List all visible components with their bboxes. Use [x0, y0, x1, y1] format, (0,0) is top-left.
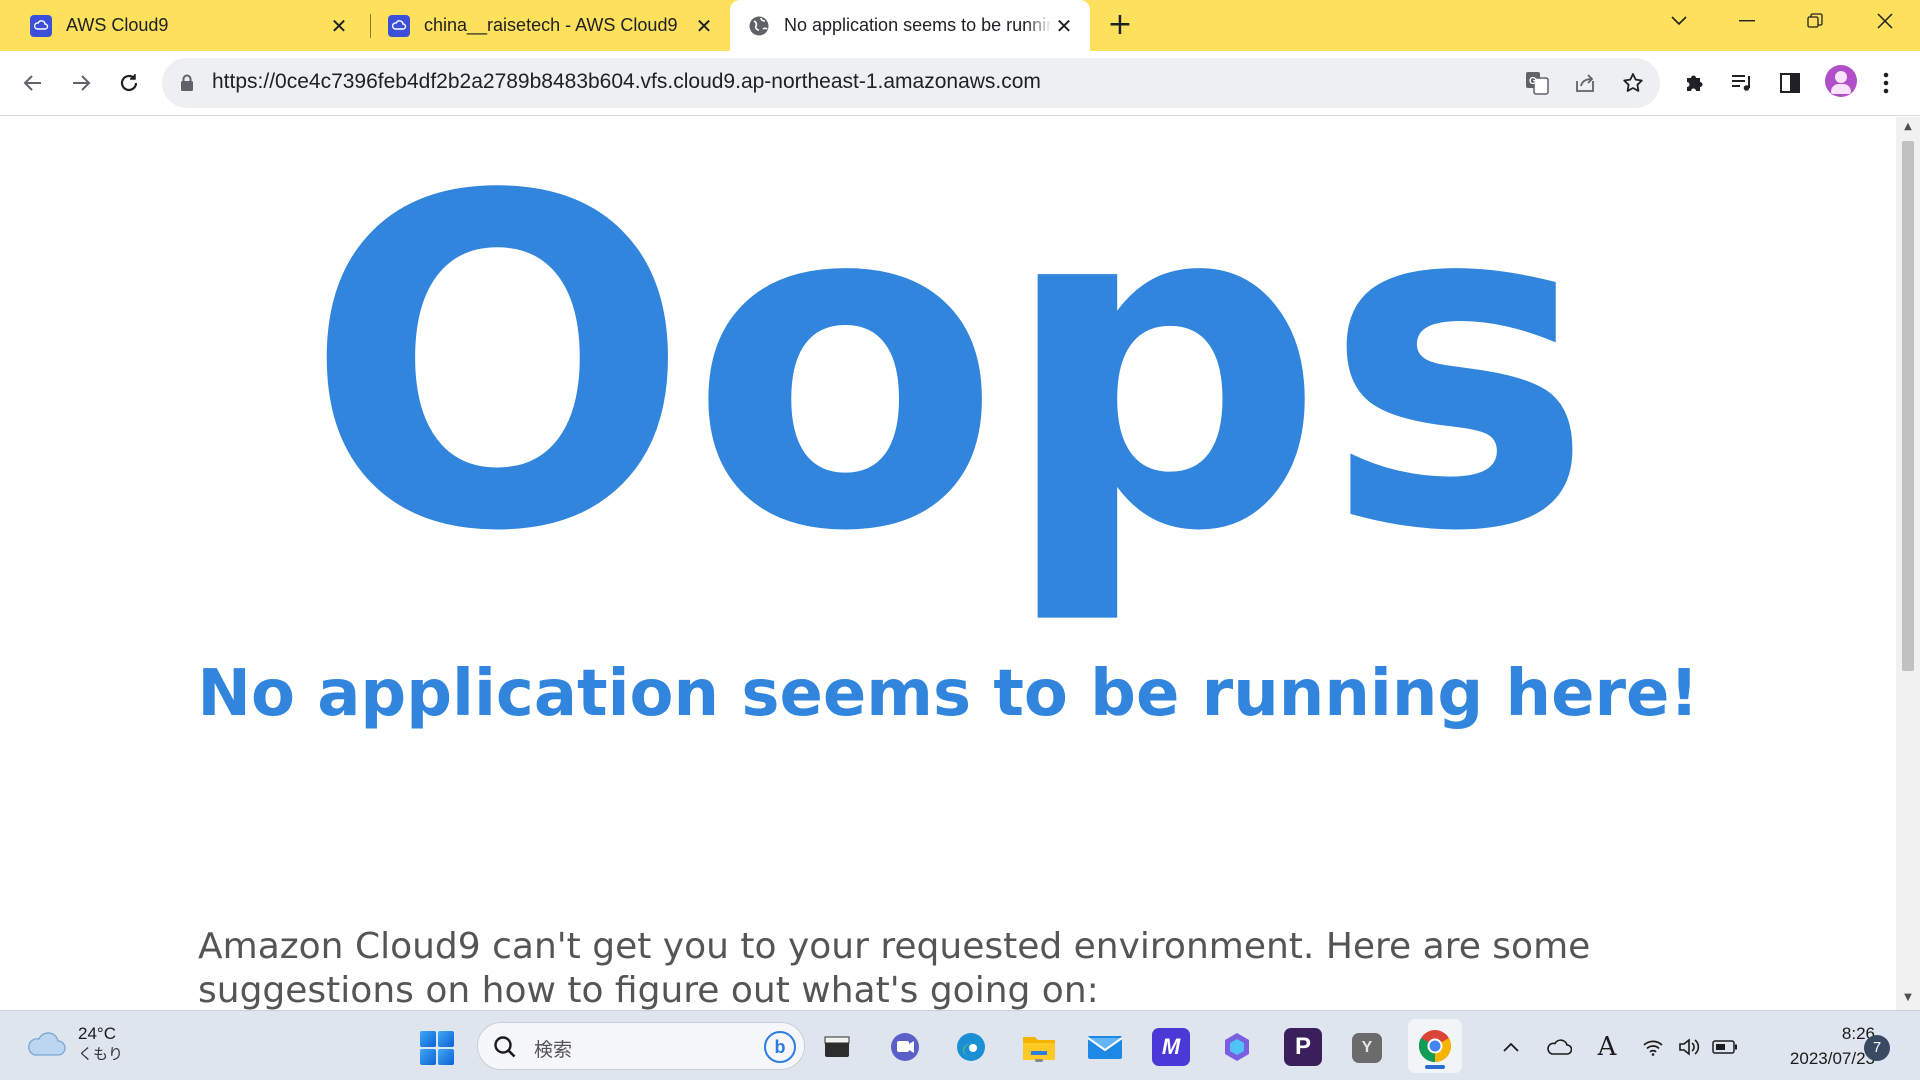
start-button[interactable]: [420, 1031, 454, 1065]
tab-no-application[interactable]: No application seems to be running here!…: [730, 0, 1090, 51]
reload-icon[interactable]: [112, 66, 146, 100]
forward-arrow-icon[interactable]: [64, 66, 98, 100]
close-icon[interactable]: ✕: [1052, 14, 1076, 38]
cloud-icon: [28, 1032, 66, 1056]
cursor-app-icon[interactable]: M: [1152, 1028, 1190, 1066]
page-body-text: Amazon Cloud9 can't get you to your requ…: [198, 926, 1591, 1010]
wifi-icon[interactable]: [1640, 1035, 1666, 1059]
taskbar-search[interactable]: 検索 b: [477, 1022, 805, 1070]
side-panel-icon[interactable]: [1775, 68, 1805, 98]
tab-title: AWS Cloud9: [66, 15, 169, 35]
search-icon: [494, 1036, 516, 1058]
new-tab-button[interactable]: +: [1104, 10, 1136, 42]
volume-icon[interactable]: [1676, 1035, 1702, 1059]
url-text[interactable]: https://0ce4c7396feb4df2b2a2789b8483b604…: [212, 70, 1041, 94]
y-app-icon[interactable]: Y: [1352, 1033, 1382, 1063]
extensions-puzzle-icon[interactable]: [1680, 68, 1710, 98]
notification-badge[interactable]: 7: [1864, 1035, 1890, 1061]
tab-divider: [370, 14, 371, 38]
scroll-up-arrow-icon[interactable]: ▲: [1896, 121, 1920, 135]
tab-search-icon[interactable]: [1652, 0, 1706, 42]
chevron-up-icon[interactable]: [1498, 1035, 1524, 1059]
p-app-icon[interactable]: P: [1284, 1028, 1322, 1066]
ime-indicator[interactable]: A: [1594, 1032, 1620, 1062]
windows-taskbar: 24°C くもり 検索 b M P Y A 8:26 2023/07/23 7: [0, 1010, 1920, 1080]
restore-icon[interactable]: [1788, 0, 1842, 42]
close-icon[interactable]: ✕: [327, 14, 351, 38]
tab-aws-cloud9[interactable]: AWS Cloud9 ✕: [0, 0, 365, 51]
scroll-down-arrow-icon[interactable]: ▼: [1896, 992, 1920, 1006]
edge-icon[interactable]: [952, 1028, 990, 1066]
vertical-scrollbar[interactable]: ▲ ▼: [1896, 117, 1920, 1010]
onedrive-cloud-icon[interactable]: [1546, 1035, 1572, 1059]
weather-temperature: 24°C: [78, 1024, 116, 1043]
folder-icon[interactable]: [1020, 1028, 1058, 1066]
battery-icon[interactable]: [1712, 1035, 1738, 1059]
system-clock[interactable]: 8:26 2023/07/23: [1755, 1021, 1875, 1071]
search-placeholder: 検索: [534, 1039, 573, 1061]
profile-avatar[interactable]: [1825, 65, 1857, 97]
tab-china-raisetech[interactable]: china__raisetech - AWS Cloud9 ✕: [372, 0, 730, 51]
weather-condition: くもり: [78, 1045, 124, 1063]
share-icon[interactable]: [1572, 70, 1598, 96]
lock-icon[interactable]: [180, 74, 194, 92]
cloud9-icon: [30, 14, 52, 37]
close-window-icon[interactable]: [1858, 0, 1912, 42]
clock-date: 2023/07/23: [1789, 1049, 1875, 1068]
svg-text:G: G: [1529, 76, 1537, 87]
bing-icon[interactable]: b: [764, 1031, 796, 1063]
tab-title: china__raisetech - AWS Cloud9: [424, 15, 678, 35]
media-control-icon[interactable]: [1727, 68, 1757, 98]
translate-icon[interactable]: G: [1524, 70, 1550, 96]
weather-widget[interactable]: 24°C くもり: [26, 1023, 123, 1065]
page-subtitle: No application seems to be running here!: [197, 657, 1699, 731]
scroll-thumb[interactable]: [1902, 141, 1914, 671]
back-arrow-icon[interactable]: [16, 66, 50, 100]
file-explorer-icon[interactable]: [818, 1028, 856, 1066]
mail-icon[interactable]: [1086, 1028, 1124, 1066]
minimize-icon[interactable]: [1720, 0, 1774, 42]
cloud9-icon: [388, 14, 410, 37]
close-icon[interactable]: ✕: [692, 14, 716, 38]
globe-icon: [749, 16, 769, 35]
tab-title: No application seems to be running here!: [784, 15, 1052, 35]
address-bar[interactable]: https://0ce4c7396feb4df2b2a2789b8483b604…: [162, 58, 1660, 108]
page-viewport: Oops No application seems to be running …: [0, 117, 1896, 1010]
teams-icon[interactable]: [886, 1028, 924, 1066]
bookmark-star-icon[interactable]: [1620, 70, 1646, 96]
page-heading: Oops: [304, 117, 1594, 631]
clock-time: 8:26: [1841, 1024, 1875, 1043]
chrome-icon[interactable]: [1408, 1019, 1462, 1073]
tab-strip: AWS Cloud9 ✕ china__raisetech - AWS Clou…: [0, 0, 1920, 51]
menu-kebab-icon[interactable]: [1871, 68, 1901, 98]
copilot-icon[interactable]: [1218, 1028, 1256, 1066]
browser-toolbar: https://0ce4c7396feb4df2b2a2789b8483b604…: [0, 51, 1920, 116]
